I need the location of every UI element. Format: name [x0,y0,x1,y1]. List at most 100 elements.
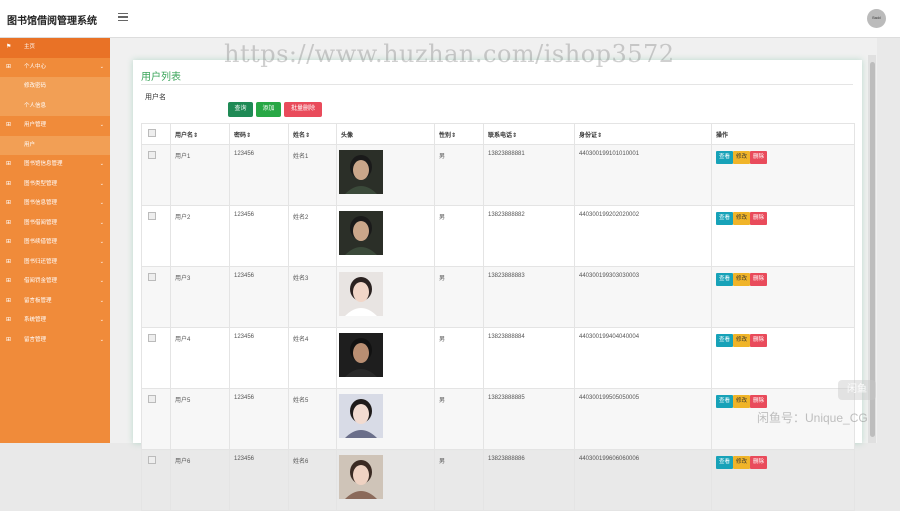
add-button[interactable]: 添加 [256,102,281,117]
edit-button[interactable]: 修改 [733,395,751,408]
edit-button[interactable]: 修改 [733,334,751,347]
table-header-row: 用户名⇕ 密码⇕ 姓名⇕ 头像 性别⇕ 联系电话⇕ 身份证⇕ 操作 [141,123,855,145]
user-table: 用户名⇕ 密码⇕ 姓名⇕ 头像 性别⇕ 联系电话⇕ 身份证⇕ 操作 用户1 123… [141,123,855,511]
select-all-checkbox-cell[interactable] [141,123,171,145]
row-checkbox-cell[interactable] [141,144,171,206]
user-avatar-image [339,333,383,377]
cell-name: 姓名6 [288,449,337,511]
user-avatar[interactable]: Badd [867,9,886,28]
username-search-input[interactable] [145,102,225,116]
corner-watermark: 闲鱼号：Unique_CG [757,411,868,425]
sidebar-item-label: 留言板管理 [24,297,52,304]
cell-gender: 男 [434,144,484,206]
sidebar-item-label: 主页 [24,44,36,50]
cell-actions: 查看 修改 删除 [711,449,855,511]
cell-avatar [336,388,435,450]
header-idcard[interactable]: 身份证⇕ [574,123,712,145]
user-avatar-image [339,394,383,438]
sidebar-item[interactable]: ⊞ 图书借阅管理 ⌄ [0,214,110,234]
select-all-checkbox[interactable] [148,129,156,137]
cell-phone: 13823888886 [483,449,575,511]
sidebar-subitem[interactable]: 个人信息 [0,96,110,116]
edit-button[interactable]: 修改 [733,151,751,164]
row-checkbox-cell[interactable] [141,449,171,511]
cell-username: 用户4 [170,327,230,389]
sidebar-item[interactable]: ⊞ 图书归还管理 ⌄ [0,253,110,273]
sidebar-item[interactable]: ⊞ 图书类型管理 ⌄ [0,175,110,195]
cell-name: 姓名3 [288,266,337,328]
chevron-down-icon: ⌄ [99,122,104,128]
grid-icon: ⊞ [6,258,12,265]
sidebar-subitem[interactable]: 修改密码 [0,77,110,97]
sidebar-item-label: 图书信息管理 [24,200,58,206]
chevron-down-icon: ⌄ [99,239,104,245]
user-avatar-image [339,150,383,194]
table-row: 用户6 123456 姓名6 男 13823888886 4403001996060600… [141,449,855,511]
header-phone[interactable]: 联系电话⇕ [483,123,575,145]
row-checkbox[interactable] [148,334,156,342]
row-checkbox[interactable] [148,395,156,403]
sidebar-subitem[interactable]: 用户 [0,135,110,155]
sidebar-item[interactable]: ⊞ 图书续借管理 ⌄ [0,233,110,253]
edit-button[interactable]: 修改 [733,456,751,469]
delete-button[interactable]: 删除 [750,456,768,469]
row-checkbox-cell[interactable] [141,388,171,450]
table-row: 用户1 123456 姓名1 男 13823888881 4403001991010100… [141,144,855,206]
sidebar-item[interactable]: ⊞ 个人中心 ⌄ [0,58,110,78]
row-checkbox-cell[interactable] [141,266,171,328]
grid-icon: ⊞ [6,239,12,245]
sidebar-item[interactable]: ⊞ 图书馆信息管理 ⌄ [0,155,110,175]
cell-username: 用户5 [170,388,230,450]
chevron-down-icon: ⌄ [99,180,104,187]
cell-avatar [336,144,435,206]
edit-button[interactable]: 修改 [733,212,751,225]
sidebar-item[interactable]: ⊞ 留言管理 ⌄ [0,331,110,351]
view-button[interactable]: 查看 [716,212,734,225]
delete-button[interactable]: 删除 [750,151,768,164]
delete-button[interactable]: 删除 [750,395,768,408]
row-checkbox-cell[interactable] [141,327,171,389]
chevron-down-icon: ⌄ [99,336,104,343]
delete-button[interactable]: 删除 [750,273,768,286]
view-button[interactable]: 查看 [716,395,734,408]
cell-actions: 查看 修改 删除 [711,205,855,267]
sidebar-item[interactable]: ⊞ 用户管理 ⌄ [0,116,110,136]
row-checkbox-cell[interactable] [141,205,171,267]
menu-toggle-icon[interactable] [118,13,128,22]
row-checkbox[interactable] [148,273,156,281]
cell-actions: 查看 修改 删除 [711,266,855,328]
batch-delete-button[interactable]: 批量删除 [284,102,322,117]
header-username[interactable]: 用户名⇕ [170,123,230,145]
chevron-down-icon: ⌄ [99,63,104,70]
edit-button[interactable]: 修改 [733,273,751,286]
view-button[interactable]: 查看 [716,273,734,286]
row-checkbox[interactable] [148,151,156,159]
header-name[interactable]: 姓名⇕ [288,123,337,145]
row-checkbox[interactable] [148,456,156,464]
search-button[interactable]: 查询 [228,102,253,117]
view-button[interactable]: 查看 [716,151,734,164]
delete-button[interactable]: 删除 [750,212,768,225]
cell-idcard: 440300199404040004 [574,327,712,389]
cell-name: 姓名4 [288,327,337,389]
row-checkbox[interactable] [148,212,156,220]
cell-idcard: 440300199202020002 [574,205,712,267]
sidebar-item[interactable]: ⊞ 留言板管理 ⌄ [0,292,110,312]
cell-idcard: 440300199101010001 [574,144,712,206]
sidebar-item[interactable]: ⊞ 图书信息管理 ⌄ [0,194,110,214]
cell-actions: 查看 修改 删除 [711,144,855,206]
table-row: 用户4 123456 姓名4 男 13823888884 4403001994040400… [141,327,855,389]
view-button[interactable]: 查看 [716,456,734,469]
delete-button[interactable]: 删除 [750,334,768,347]
header-password[interactable]: 密码⇕ [229,123,289,145]
header-gender[interactable]: 性别⇕ [434,123,484,145]
chevron-down-icon: ⌄ [99,317,104,323]
grid-icon: ⊞ [6,180,12,187]
chevron-down-icon: ⌄ [99,200,104,206]
sidebar-item[interactable]: ⚑ 主页 [0,38,110,58]
view-button[interactable]: 查看 [716,334,734,347]
grid-icon: ⊞ [6,297,12,304]
cell-username: 用户1 [170,144,230,206]
sidebar-item[interactable]: ⊞ 借阅罚金管理 ⌄ [0,272,110,292]
sidebar-item[interactable]: ⊞ 系统管理 ⌄ [0,311,110,331]
